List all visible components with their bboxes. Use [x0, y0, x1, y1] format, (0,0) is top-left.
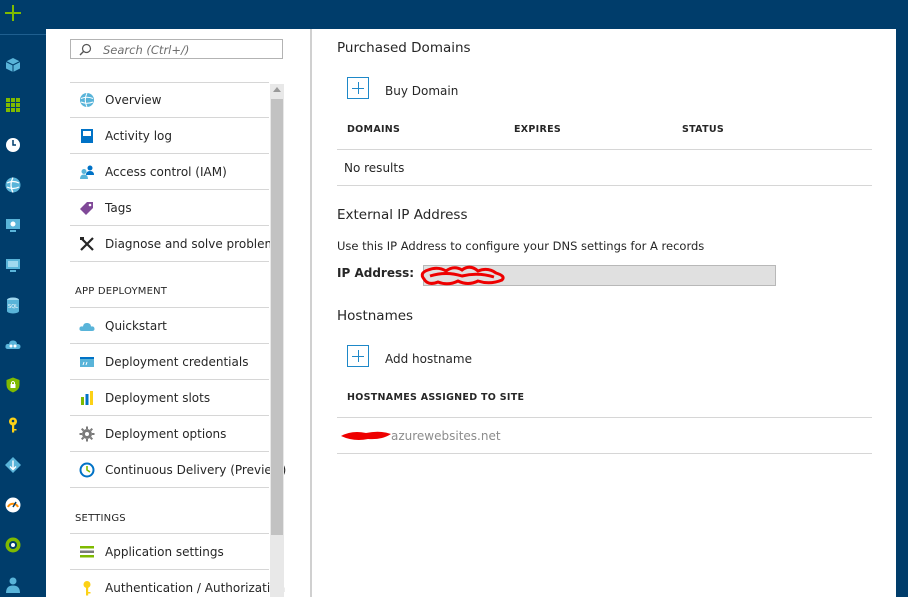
no-results-text: No results: [344, 161, 405, 175]
cloud-services-icon[interactable]: [4, 336, 22, 354]
left-nav-rail: SQL: [0, 0, 46, 597]
menu-item-diagnose[interactable]: Diagnose and solve problems: [70, 227, 282, 262]
advisor-icon[interactable]: [4, 496, 22, 514]
sql-database-icon[interactable]: SQL: [4, 296, 22, 314]
menu-divider: [70, 569, 269, 570]
menu-item-label: Access control (IAM): [105, 165, 227, 179]
purchased-domains-title: Purchased Domains: [337, 40, 471, 56]
people-icon: [80, 165, 94, 179]
section-header-app-deployment: APP DEPLOYMENT: [75, 286, 168, 297]
external-ip-title: External IP Address: [337, 207, 468, 223]
menu-divider: [70, 261, 269, 262]
menu-item-access-control[interactable]: Access control (IAM): [70, 155, 269, 190]
menu-item-label: Diagnose and solve problems: [105, 237, 283, 251]
column-header-expires[interactable]: EXPIRES: [514, 124, 561, 135]
section-header-settings: SETTINGS: [75, 513, 126, 524]
buy-domain-button[interactable]: Buy Domain: [385, 84, 458, 98]
menu-item-application-settings[interactable]: Application settings: [70, 535, 269, 570]
ip-address-label: IP Address:: [337, 266, 415, 280]
menu-item-overview[interactable]: Overview: [70, 83, 269, 118]
menu-item-deployment-credentials[interactable]: Deployment credentials: [70, 345, 269, 380]
menu-divider: [70, 487, 269, 488]
menu-divider: [70, 451, 269, 452]
menu-divider: [70, 225, 269, 226]
menu-item-label: Deployment slots: [105, 391, 211, 405]
slots-icon: [81, 391, 93, 405]
resource-menu: Search (Ctrl+/) Overview Activity log Ac…: [46, 29, 310, 597]
table-divider: [337, 185, 872, 186]
top-bar: [46, 0, 896, 29]
search-icon: [79, 43, 92, 56]
menu-item-label: Application settings: [105, 545, 224, 559]
external-ip-description: Use this IP Address to configure your DN…: [337, 239, 705, 253]
key-icon: [83, 581, 91, 596]
menu-item-continuous-delivery[interactable]: Continuous Delivery (Preview): [70, 453, 286, 488]
redaction-scribble: [341, 431, 391, 440]
menu-item-label: Overview: [105, 93, 162, 107]
menu-item-label: Deployment options: [105, 427, 227, 441]
create-resource-icon[interactable]: [0, 0, 46, 30]
menu-divider: [70, 379, 269, 380]
virtual-machines-icon[interactable]: [4, 216, 22, 234]
app-services-icon[interactable]: [4, 176, 22, 194]
circle-icon[interactable]: [4, 536, 22, 554]
menu-item-deployment-options[interactable]: Deployment options: [70, 417, 269, 452]
menu-item-label: Quickstart: [105, 319, 167, 333]
menu-item-label: Continuous Delivery (Preview): [105, 463, 287, 477]
table-divider: [337, 417, 872, 418]
tag-icon: [80, 202, 93, 215]
menu-item-label: Tags: [105, 201, 132, 215]
add-icon[interactable]: [347, 345, 369, 367]
column-header-hostnames[interactable]: HOSTNAMES ASSIGNED TO SITE: [347, 392, 524, 403]
menu-divider: [70, 533, 269, 534]
menu-divider: [70, 117, 269, 118]
dashboard-icon[interactable]: [4, 96, 22, 114]
window-right-edge: [896, 0, 908, 597]
cloud-icon: [79, 322, 95, 331]
gear-icon: [79, 426, 95, 442]
menu-item-tags[interactable]: Tags: [70, 191, 269, 226]
settings-list-icon: [80, 546, 94, 558]
menu-scrollbar-thumb[interactable]: [271, 99, 283, 535]
rail-divider: [0, 34, 46, 35]
tools-icon: [80, 237, 94, 251]
table-divider: [337, 453, 872, 454]
key-vault-icon[interactable]: [4, 416, 22, 434]
add-icon[interactable]: [347, 77, 369, 99]
menu-item-deployment-slots[interactable]: Deployment slots: [70, 381, 269, 416]
menu-search[interactable]: Search (Ctrl+/): [70, 39, 283, 59]
menu-divider: [70, 153, 269, 154]
column-header-domains[interactable]: DOMAINS: [347, 124, 400, 135]
all-resources-icon[interactable]: [4, 56, 22, 74]
menu-item-label: Activity log: [105, 129, 172, 143]
credentials-icon: [80, 357, 94, 367]
user-icon[interactable]: [4, 576, 22, 594]
menu-item-label: Authentication / Authorization: [105, 581, 286, 595]
log-icon: [81, 129, 93, 143]
menu-divider: [70, 307, 269, 308]
hostname-entry[interactable]: azurewebsites.net: [391, 429, 501, 443]
monitor-icon[interactable]: [4, 256, 22, 274]
menu-item-label: Deployment credentials: [105, 355, 249, 369]
menu-item-quickstart[interactable]: Quickstart: [70, 309, 269, 344]
add-hostname-button[interactable]: Add hostname: [385, 352, 472, 366]
menu-item-authentication[interactable]: Authentication / Authorization: [70, 571, 285, 606]
recent-icon[interactable]: [4, 136, 22, 154]
continuous-delivery-icon: [79, 462, 95, 478]
scroll-up-arrow-icon[interactable]: [273, 87, 281, 92]
menu-divider: [70, 415, 269, 416]
devops-icon[interactable]: [4, 456, 22, 474]
column-header-status[interactable]: STATUS: [682, 124, 724, 135]
globe-icon: [80, 92, 94, 108]
redaction-scribble: [420, 265, 505, 286]
menu-divider: [70, 343, 269, 344]
search-placeholder: Search (Ctrl+/): [103, 43, 190, 57]
table-divider: [337, 149, 872, 150]
menu-divider: [70, 189, 269, 190]
svg-text:SQL: SQL: [8, 304, 18, 310]
menu-item-activity-log[interactable]: Activity log: [70, 119, 269, 154]
security-center-icon[interactable]: [4, 376, 22, 394]
custom-domains-pane: Purchased Domains Buy Domain DOMAINS EXP…: [312, 29, 896, 597]
hostnames-title: Hostnames: [337, 308, 414, 324]
